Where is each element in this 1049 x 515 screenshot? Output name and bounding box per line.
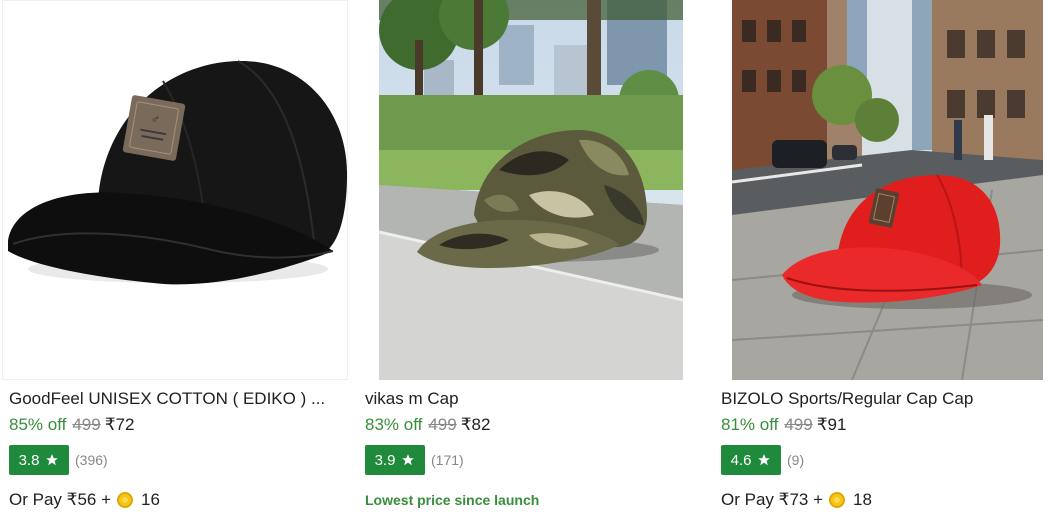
price-text: ₹72 bbox=[104, 415, 135, 434]
product-title[interactable]: vikas m Cap bbox=[365, 388, 700, 410]
rating-value: 4.6 bbox=[730, 451, 752, 469]
rating-count: (9) bbox=[787, 452, 805, 468]
discount-text: 83% off bbox=[365, 415, 423, 434]
supercoin-icon bbox=[829, 492, 845, 508]
product-image[interactable]: ♂ bbox=[2, 0, 348, 380]
rating-row: 4.6 (9) bbox=[721, 445, 804, 475]
black-cap-icon: ♂ bbox=[3, 1, 347, 379]
rating-row: 3.9 (171) bbox=[365, 445, 464, 475]
price-row: 85% off 499 ₹72 bbox=[9, 414, 134, 436]
product-card[interactable]: BIZOLO Sports/Regular Cap Cap 81% off 499… bbox=[712, 0, 1049, 515]
rating-row: 3.8 (396) bbox=[9, 445, 108, 475]
lowest-price-label: Lowest price since launch bbox=[365, 492, 540, 508]
pay-with-coins-row: Or Pay ₹56 + 16 bbox=[9, 489, 160, 511]
star-icon bbox=[46, 454, 59, 466]
rating-value: 3.8 bbox=[18, 451, 40, 469]
product-image[interactable] bbox=[379, 0, 683, 380]
rating-count: (171) bbox=[431, 452, 464, 468]
mrp-text: 499 bbox=[428, 415, 457, 434]
discount-text: 85% off bbox=[9, 415, 67, 434]
red-cap-icon bbox=[732, 0, 1043, 380]
price-text: ₹82 bbox=[460, 415, 491, 434]
promo-row: Lowest price since launch bbox=[365, 489, 539, 511]
star-icon bbox=[758, 454, 771, 466]
discount-text: 81% off bbox=[721, 415, 779, 434]
star-icon bbox=[402, 454, 415, 466]
price-text: ₹91 bbox=[816, 415, 847, 434]
pay-text: Or Pay ₹56 + bbox=[9, 490, 111, 509]
product-card[interactable]: ♂ GoodFeel UNISEX COTTON ( EDIKO ) ... 8… bbox=[0, 0, 356, 515]
rating-badge: 3.9 bbox=[365, 445, 425, 475]
rating-badge: 3.8 bbox=[9, 445, 69, 475]
product-grid: ♂ GoodFeel UNISEX COTTON ( EDIKO ) ... 8… bbox=[0, 0, 1049, 515]
coin-count: 18 bbox=[853, 490, 872, 509]
supercoin-icon bbox=[117, 492, 133, 508]
product-image[interactable] bbox=[732, 0, 1043, 380]
camo-cap-icon bbox=[379, 0, 683, 380]
rating-count: (396) bbox=[75, 452, 108, 468]
product-card[interactable]: vikas m Cap 83% off 499 ₹82 3.9 (171) Lowe… bbox=[356, 0, 712, 515]
coin-count: 16 bbox=[141, 490, 160, 509]
rating-badge: 4.6 bbox=[721, 445, 781, 475]
mrp-text: 499 bbox=[72, 415, 101, 434]
pay-text: Or Pay ₹73 + bbox=[721, 490, 823, 509]
mrp-text: 499 bbox=[784, 415, 813, 434]
pay-with-coins-row: Or Pay ₹73 + 18 bbox=[721, 489, 872, 511]
rating-value: 3.9 bbox=[374, 451, 396, 469]
product-title[interactable]: BIZOLO Sports/Regular Cap Cap bbox=[721, 388, 1049, 410]
price-row: 83% off 499 ₹82 bbox=[365, 414, 490, 436]
price-row: 81% off 499 ₹91 bbox=[721, 414, 846, 436]
product-title[interactable]: GoodFeel UNISEX COTTON ( EDIKO ) ... bbox=[9, 388, 344, 410]
